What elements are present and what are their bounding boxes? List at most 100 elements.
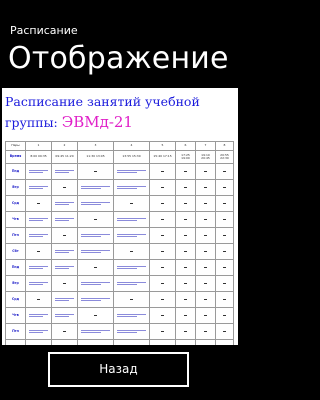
lesson-cell [215,179,234,196]
lesson-cell [195,227,216,244]
lesson-cell [113,179,150,196]
lesson-cell [77,179,114,196]
lesson-cell [51,259,78,276]
lesson-text-placeholder [55,250,74,251]
empty-cell-mark [184,187,187,188]
day-cell: Втр [5,179,26,196]
empty-cell-mark [184,235,187,236]
lesson-text-placeholder [117,188,137,189]
lesson-text-placeholder [117,234,146,235]
lesson-cell [25,195,52,212]
schedule-table: Пары 1 2 3 4 5 6 7 8 Время 8:00 09:35 09… [5,141,234,345]
lesson-text-placeholder [55,172,69,173]
lesson-cell [51,195,78,212]
lesson-cell [175,275,196,292]
lesson-cell [113,163,150,180]
day-cell: Птн [5,323,26,340]
empty-cell-mark [63,187,66,188]
empty-cell-mark [204,219,207,220]
lesson-cell [77,275,114,292]
lesson-cell [25,323,52,340]
lesson-cell [25,227,52,244]
lesson-cell [149,259,176,276]
lesson-text-placeholder [81,204,101,205]
lesson-cell [175,179,196,196]
lesson-cell [113,211,150,228]
lesson-text-placeholder [81,188,101,189]
table-row: Птн [5,227,234,244]
lesson-cell [195,179,216,196]
lesson-cell [175,243,196,260]
lesson-cell [113,259,150,276]
empty-cell-mark [223,283,226,284]
day-cell: Чтв [5,211,26,228]
lesson-cell [77,291,114,308]
empty-cell-mark [204,299,207,300]
table-row: Срд [5,195,234,212]
empty-cell-mark [161,299,164,300]
empty-cell-mark [37,203,40,204]
lesson-text-placeholder [81,282,110,283]
lesson-cell [25,179,52,196]
empty-cell-mark [184,251,187,252]
lesson-cell [215,275,234,292]
lesson-cell [215,227,234,244]
empty-cell-mark [161,331,164,332]
table-row: Чтв [5,211,234,228]
back-button[interactable]: Назад [48,352,189,387]
lesson-cell [25,307,52,324]
table-row: Сбт [5,339,234,345]
lesson-cell [195,291,216,308]
lesson-cell [51,227,78,244]
lesson-text-placeholder [55,298,74,299]
lesson-cell [113,291,150,308]
empty-cell-mark [204,331,207,332]
day-cell: Пнд [5,259,26,276]
schedule-heading: Расписание занятий учебной группы: ЭВМд-… [5,91,237,133]
day-cell: Чтв [5,307,26,324]
lesson-text-placeholder [55,300,69,301]
lesson-text-placeholder [117,330,146,331]
lesson-cell [195,323,216,340]
lesson-cell [51,275,78,292]
empty-cell-mark [204,251,207,252]
lesson-cell [149,195,176,212]
empty-cell-mark [184,299,187,300]
empty-cell-mark [161,203,164,204]
table-row: Пнд [5,163,234,180]
lesson-text-placeholder [29,234,48,235]
lesson-cell [195,339,216,345]
empty-cell-mark [37,251,40,252]
lesson-text-placeholder [55,268,69,269]
lesson-text-placeholder [117,314,146,315]
lesson-text-placeholder [29,330,48,331]
lesson-cell [195,163,216,180]
app-name: Расписание [10,24,78,37]
empty-cell-mark [184,331,187,332]
lesson-cell [149,163,176,180]
lesson-cell [175,163,196,180]
empty-cell-mark [204,187,207,188]
lesson-text-placeholder [29,218,48,219]
lesson-cell [77,227,114,244]
schedule-view[interactable]: Расписание занятий учебной группы: ЭВМд-… [2,88,238,345]
empty-cell-mark [161,235,164,236]
empty-cell-mark [94,219,97,220]
empty-cell-mark [223,315,226,316]
lesson-cell [195,195,216,212]
lesson-cell [51,211,78,228]
empty-cell-mark [184,315,187,316]
lesson-cell [195,307,216,324]
empty-cell-mark [37,299,40,300]
lesson-cell [25,163,52,180]
lesson-cell [149,275,176,292]
lesson-cell [149,211,176,228]
lesson-text-placeholder [55,314,74,315]
lesson-text-placeholder [55,218,74,219]
empty-cell-mark [223,171,226,172]
empty-cell-mark [63,235,66,236]
lesson-text-placeholder [81,332,101,333]
lesson-text-placeholder [117,268,137,269]
lesson-cell [77,195,114,212]
lesson-text-placeholder [55,220,69,221]
